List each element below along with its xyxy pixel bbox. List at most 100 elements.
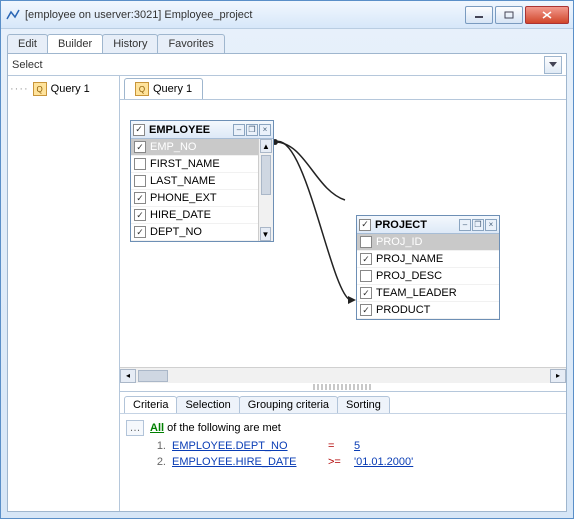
header-checkbox[interactable]: ✓ xyxy=(359,219,371,231)
query-tab-label: Query 1 xyxy=(153,83,192,95)
scroll-left-icon[interactable]: ◂ xyxy=(120,369,136,383)
column-row[interactable]: ✓ TEAM_LEADER xyxy=(357,285,499,302)
scrollbar-horizontal[interactable]: ◂ ▸ xyxy=(120,367,566,383)
table-minimize-icon[interactable]: – xyxy=(233,124,245,136)
criteria-field-link[interactable]: EMPLOYEE.HIRE_DATE xyxy=(172,456,322,468)
scroll-up-icon[interactable]: ▲ xyxy=(260,139,272,153)
scroll-down-icon[interactable]: ▼ xyxy=(260,227,271,241)
builder-body: ···· Q Query 1 Q Query 1 xyxy=(8,76,566,511)
column-name: PHONE_EXT xyxy=(150,192,217,204)
scroll-right-icon[interactable]: ▸ xyxy=(550,369,566,383)
column-checkbox[interactable] xyxy=(360,270,372,282)
table-minimize-icon[interactable]: – xyxy=(459,219,471,231)
column-name: PRODUCT xyxy=(376,304,430,316)
column-row[interactable]: PROJ_DESC xyxy=(357,268,499,285)
table-window-controls: – ❐ × xyxy=(458,219,497,231)
column-checkbox[interactable]: ✓ xyxy=(134,192,146,204)
column-row[interactable]: ✓ PRODUCT xyxy=(357,302,499,319)
column-name: TEAM_LEADER xyxy=(376,287,457,299)
titlebar[interactable]: [employee on userver:3021] Employee_proj… xyxy=(1,1,573,29)
app-icon xyxy=(5,7,21,23)
tab-favorites[interactable]: Favorites xyxy=(157,34,224,53)
criteria-operator[interactable]: >= xyxy=(328,456,348,468)
tab-builder[interactable]: Builder xyxy=(47,34,103,53)
window-buttons xyxy=(465,6,569,24)
table-restore-icon[interactable]: ❐ xyxy=(472,219,484,231)
column-name: FIRST_NAME xyxy=(150,158,220,170)
criteria-row: 1.EMPLOYEE.DEPT_NO=5 xyxy=(126,438,560,454)
column-name: DEPT_NO xyxy=(150,226,202,238)
column-checkbox[interactable]: ✓ xyxy=(360,304,372,316)
column-name: PROJ_NAME xyxy=(376,253,443,265)
column-checkbox[interactable]: ✓ xyxy=(360,253,372,265)
tree-node-query[interactable]: ···· Q Query 1 xyxy=(10,82,117,96)
column-checkbox[interactable]: ✓ xyxy=(134,226,146,238)
column-name: PROJ_DESC xyxy=(376,270,442,282)
column-row[interactable]: PROJ_ID xyxy=(357,234,499,251)
table-header[interactable]: ✓ EMPLOYEE – ❐ × xyxy=(131,121,273,139)
tab-sorting[interactable]: Sorting xyxy=(337,396,390,413)
criteria-field-link[interactable]: EMPLOYEE.DEPT_NO xyxy=(172,440,322,452)
column-list: ✓EMP_NO FIRST_NAME LAST_NAME ✓ PHONE_EXT ✓HIR… xyxy=(131,139,273,241)
column-checkbox[interactable] xyxy=(134,175,146,187)
table-name: EMPLOYEE xyxy=(149,124,232,136)
column-row[interactable]: ✓ PROJ_NAME xyxy=(357,251,499,268)
column-name: PROJ_ID xyxy=(376,236,422,248)
tree-node-label: Query 1 xyxy=(51,83,90,95)
table-restore-icon[interactable]: ❐ xyxy=(246,124,258,136)
builder-content: Select ···· Q Query 1 Q Query 1 xyxy=(7,53,567,512)
query-tabs-row: Q Query 1 xyxy=(120,76,566,100)
dropdown-icon[interactable] xyxy=(544,56,562,74)
table-project[interactable]: ✓ PROJECT – ❐ × PROJ_ID ✓ PROJ_NAME PROJ_DE… xyxy=(356,215,500,320)
column-checkbox[interactable] xyxy=(134,158,146,170)
scroll-thumb[interactable] xyxy=(138,370,168,382)
tab-history[interactable]: History xyxy=(102,34,158,53)
close-button[interactable] xyxy=(525,6,569,24)
scrollbar-vertical[interactable]: ▲ ▼ xyxy=(258,139,273,241)
table-employee[interactable]: ✓ EMPLOYEE – ❐ × ✓EMP_NO FIRST_NAME LAST_N… xyxy=(130,120,274,242)
app-window: [employee on userver:3021] Employee_proj… xyxy=(0,0,574,519)
column-checkbox[interactable]: ✓ xyxy=(134,209,146,221)
criteria-row-number: 2. xyxy=(150,456,166,468)
query-tab[interactable]: Q Query 1 xyxy=(124,78,203,99)
tab-criteria[interactable]: Criteria xyxy=(124,396,177,413)
criteria-menu-button[interactable]: … xyxy=(126,420,144,436)
query-icon: Q xyxy=(135,82,149,96)
table-window-controls: – ❐ × xyxy=(232,124,271,136)
criteria-value-link[interactable]: 5 xyxy=(354,440,360,452)
table-close-icon[interactable]: × xyxy=(259,124,271,136)
main-panel: Q Query 1 ✓ EMPLOYEE xyxy=(120,76,566,511)
scroll-thumb[interactable] xyxy=(261,155,271,195)
minimize-button[interactable] xyxy=(465,6,493,24)
criteria-panel: Criteria Selection Grouping criteria Sor… xyxy=(120,391,566,511)
tab-edit[interactable]: Edit xyxy=(7,34,48,53)
statement-type-selector[interactable]: Select xyxy=(8,54,566,76)
table-header[interactable]: ✓ PROJECT – ❐ × xyxy=(357,216,499,234)
maximize-button[interactable] xyxy=(495,6,523,24)
bottom-tabs: Criteria Selection Grouping criteria Sor… xyxy=(120,392,566,414)
diagram-canvas[interactable]: ✓ EMPLOYEE – ❐ × ✓EMP_NO FIRST_NAME LAST_N… xyxy=(120,100,566,383)
column-row[interactable]: ✓ DEPT_NO xyxy=(131,224,273,241)
column-checkbox[interactable]: ✓ xyxy=(134,141,146,153)
criteria-root: … All of the following are met xyxy=(126,418,560,438)
tab-selection[interactable]: Selection xyxy=(176,396,239,413)
column-list: PROJ_ID ✓ PROJ_NAME PROJ_DESC ✓ TEAM_LEADER ✓ P… xyxy=(357,234,499,319)
column-checkbox[interactable] xyxy=(360,236,372,248)
column-row[interactable]: FIRST_NAME xyxy=(131,156,273,173)
table-close-icon[interactable]: × xyxy=(485,219,497,231)
criteria-operator[interactable]: = xyxy=(328,440,348,452)
header-checkbox[interactable]: ✓ xyxy=(133,124,145,136)
criteria-value-link[interactable]: '01.01.2000' xyxy=(354,456,413,468)
column-row[interactable]: ✓ PHONE_EXT xyxy=(131,190,273,207)
column-row[interactable]: ✓HIRE_DATE xyxy=(131,207,273,224)
statement-type-label: Select xyxy=(12,59,544,71)
column-checkbox[interactable]: ✓ xyxy=(360,287,372,299)
splitter-handle[interactable] xyxy=(120,383,566,391)
criteria-mode-link[interactable]: All xyxy=(150,422,164,434)
tab-grouping[interactable]: Grouping criteria xyxy=(239,396,338,413)
main-tabs: Edit Builder History Favorites xyxy=(1,29,573,53)
column-row[interactable]: LAST_NAME xyxy=(131,173,273,190)
column-row[interactable]: ✓EMP_NO xyxy=(131,139,273,156)
table-name: PROJECT xyxy=(375,219,458,231)
criteria-mode-suffix: of the following are met xyxy=(164,422,281,434)
